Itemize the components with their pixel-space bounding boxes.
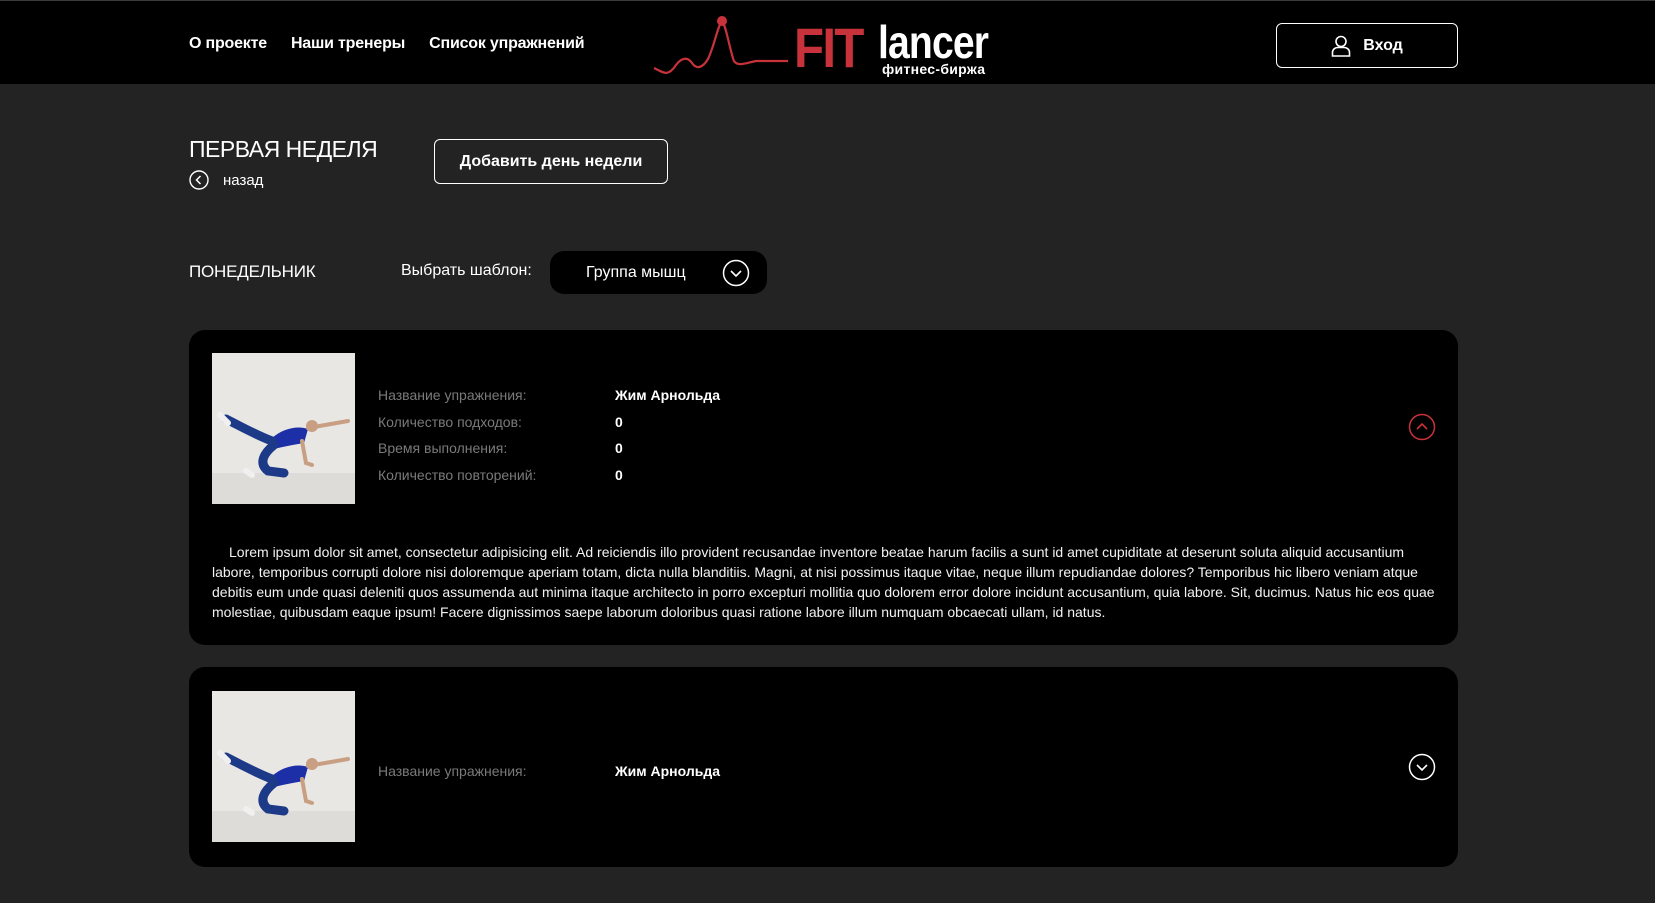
exercise-photo-icon (212, 691, 355, 842)
collapse-chevron-up-icon[interactable] (1408, 413, 1436, 441)
main-nav: О проекте Наши тренеры Список упражнений (189, 35, 585, 53)
exercise-description: Lorem ipsum dolor sit amet, consectetur … (212, 544, 1435, 620)
exercise-image (212, 353, 355, 504)
field-value: 0 (615, 466, 623, 483)
top-navbar: О проекте Наши тренеры Список упражнений… (0, 0, 1655, 84)
user-icon (1331, 35, 1351, 57)
logo-fit: FIT (794, 16, 864, 79)
field-label: Название упражнения: (378, 387, 527, 404)
field-row: Название упражнения: Жим Арнольда (378, 758, 720, 785)
field-row: Время выполнения: 0 (378, 435, 720, 462)
field-value: Жим Арнольда (615, 763, 720, 780)
exercise-image (212, 691, 355, 842)
page-title: ПЕРВАЯ НЕДЕЛЯ (189, 136, 378, 162)
chevron-down-icon (722, 259, 750, 287)
nav-exercises[interactable]: Список упражнений (429, 35, 584, 53)
login-button[interactable]: Вход (1276, 23, 1458, 68)
template-select-value: Группа мышц (586, 263, 686, 281)
heartbeat-logo-icon (653, 16, 788, 74)
field-value: Жим Арнольда (615, 387, 720, 404)
exercise-photo-icon (212, 353, 355, 504)
back-link[interactable]: назад (189, 170, 263, 190)
exercise-fields: Название упражнения: Жим Арнольда Количе… (378, 382, 720, 488)
chevron-left-icon (189, 170, 209, 190)
day-label: ПОНЕДЕЛЬНИК (189, 262, 316, 281)
exercise-card: Название упражнения: Жим Арнольда (189, 667, 1458, 867)
field-value: 0 (615, 440, 623, 457)
template-select[interactable]: Группа мышц (550, 251, 767, 294)
add-day-button[interactable]: Добавить день недели (434, 139, 668, 184)
field-value: 0 (615, 413, 623, 430)
expand-chevron-down-icon[interactable] (1408, 753, 1436, 781)
field-label: Время выполнения: (378, 440, 508, 457)
exercise-card: Название упражнения: Жим Арнольда Количе… (189, 330, 1458, 645)
nav-about[interactable]: О проекте (189, 35, 267, 53)
field-row: Название упражнения: Жим Арнольда (378, 382, 720, 409)
nav-trainers[interactable]: Наши тренеры (291, 35, 405, 53)
field-row: Количество повторений: 0 (378, 462, 720, 489)
template-label: Выбрать шаблон: (401, 262, 532, 279)
field-label: Количество повторений: (378, 466, 537, 483)
field-row: Количество подходов: 0 (378, 409, 720, 436)
field-label: Название упражнения: (378, 763, 527, 780)
login-label: Вход (1363, 36, 1403, 54)
back-label: назад (223, 171, 264, 189)
exercise-fields: Название упражнения: Жим Арнольда (378, 758, 720, 785)
site-logo[interactable]: FIT lancer фитнес-биржа (652, 11, 998, 79)
field-label: Количество подходов: (378, 413, 522, 430)
logo-subtitle: фитнес-биржа (882, 61, 986, 77)
